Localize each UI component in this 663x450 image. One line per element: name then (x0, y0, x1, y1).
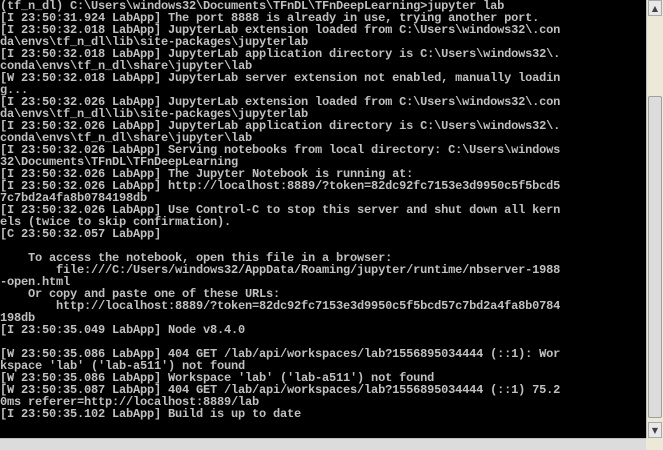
horizontal-scrollbar[interactable] (0, 438, 646, 450)
console-line: [I 23:50:35.049 LabApp] Node v8.4.0 (0, 323, 246, 337)
scroll-up-arrow-icon[interactable]: ▲ (648, 0, 662, 16)
scrollbar-thumb[interactable] (648, 96, 662, 418)
scrollbar-corner (646, 438, 663, 450)
scroll-down-arrow-icon[interactable]: ▼ (648, 422, 662, 438)
vertical-scrollbar[interactable]: ▲ ▼ (646, 0, 663, 438)
console-line: file:///C:/Users/windows32/AppData/Roami… (0, 263, 561, 277)
console-line: [W 23:50:32.018 LabApp] JupyterLab serve… (0, 71, 561, 85)
console-line: [C 23:50:32.057 LabApp] (0, 227, 162, 241)
console-line: http://localhost:8889/?token=82dc92fc715… (0, 299, 561, 313)
console-line: [I 23:50:35.102 LabApp] Build is up to d… (0, 407, 302, 421)
console-window[interactable]: (tf_n_dl) C:\Users\windows32\Documents\T… (0, 0, 646, 438)
console-output: (tf_n_dl) C:\Users\windows32\Documents\T… (0, 0, 560, 420)
